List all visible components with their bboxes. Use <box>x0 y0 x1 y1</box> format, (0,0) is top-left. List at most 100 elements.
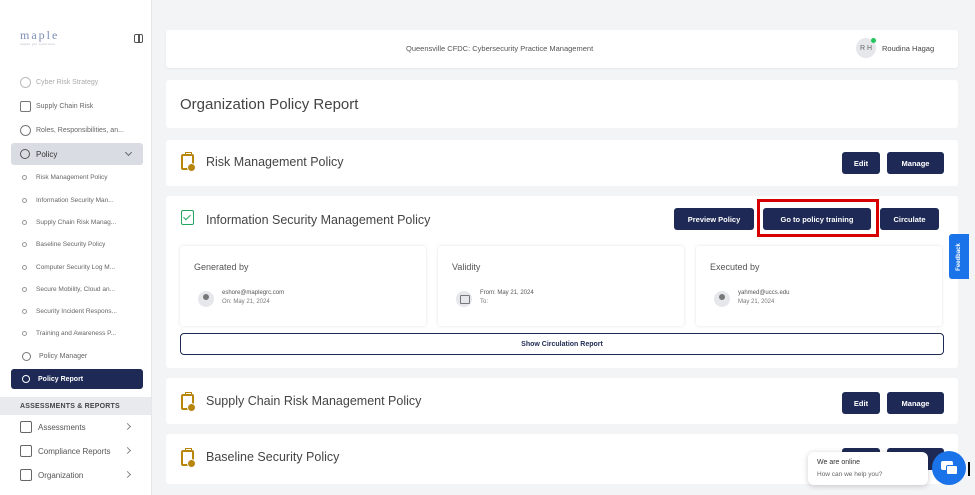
clipboard-icon <box>181 152 196 172</box>
logo-subtitle: maple grc solutions <box>20 42 56 46</box>
policy-card-risk-management: Risk Management Policy Edit Manage <box>166 140 958 186</box>
sidebar-subitem-label: Baseline Security Policy <box>36 240 106 248</box>
circle-icon <box>22 286 27 292</box>
supply-chain-icon <box>20 100 31 112</box>
section-header-assessments-reports: ASSESSMENTS & REPORTS <box>0 397 151 415</box>
logo-row: maple maple grc solutions <box>20 28 150 54</box>
circle-icon <box>22 308 27 314</box>
circle-icon <box>22 219 27 225</box>
policy-card-supply-chain: Supply Chain Risk Management Policy Edit… <box>166 378 958 424</box>
chat-prompt: How can we help you? <box>817 471 883 478</box>
circulate-button[interactable]: Circulate <box>880 208 939 230</box>
generated-by-panel: Generated by eshore@maplegrc.com On: May… <box>180 246 426 326</box>
sidebar-item-organization[interactable]: Organization <box>20 467 140 483</box>
sidebar-subitem-label: Computer Security Log M... <box>36 263 116 271</box>
policy-title: Information Security Management Policy <box>206 213 431 227</box>
sidebar-subitem-label: Risk Management Policy <box>36 173 108 181</box>
sidebar-subitem-label: Security Incident Respons... <box>36 307 117 315</box>
edit-button[interactable]: Edit <box>842 152 880 174</box>
sidebar-item-policy-manager[interactable]: Policy Manager <box>22 347 87 365</box>
sidebar-item-label: Compliance Reports <box>38 446 111 456</box>
chevron-right-icon <box>123 446 132 455</box>
preview-policy-button[interactable]: Preview Policy <box>674 208 754 230</box>
panel-header: Generated by <box>194 262 249 272</box>
sidebar-subitem-label: Secure Mobility, Cloud an... <box>36 285 115 293</box>
feedback-label: Feedback <box>956 242 962 271</box>
top-bar: Queensville CFDC: Cybersecurity Practice… <box>166 30 958 68</box>
user-icon <box>198 291 214 307</box>
settings-icon <box>22 351 31 361</box>
chat-bubble[interactable]: We are online How can we help you? <box>808 452 928 485</box>
manage-button[interactable]: Manage <box>887 392 944 414</box>
chat-status: We are online <box>817 459 861 466</box>
page-title: Organization Policy Report <box>180 96 359 113</box>
panel-header: Validity <box>452 262 481 272</box>
circle-icon <box>22 174 27 180</box>
chevron-down-icon <box>124 148 133 157</box>
sidebar-item-policy[interactable]: Policy <box>11 143 143 165</box>
sidebar-collapse-icon[interactable] <box>134 34 143 43</box>
feedback-tab[interactable]: Feedback <box>949 234 969 279</box>
assessments-icon <box>20 421 32 433</box>
sidebar-item-label: Cyber Risk Strategy <box>36 78 99 86</box>
compliance-reports-icon <box>20 445 32 457</box>
sidebar-item-label: Supply Chain Risk <box>36 102 94 110</box>
online-status-icon <box>871 38 876 43</box>
validity-to: To: <box>480 299 489 305</box>
policy-title: Baseline Security Policy <box>206 450 340 464</box>
sidebar-item-roles[interactable]: Roles, Responsibilities, an... <box>20 121 124 139</box>
user-icon <box>714 291 730 307</box>
policy-icon <box>20 149 30 159</box>
clipboard-icon <box>181 392 196 412</box>
sidebar-item-supply-chain-risk[interactable]: Supply Chain Risk <box>20 97 93 115</box>
sidebar-subitem-information-security[interactable]: Information Security Man... <box>22 193 114 207</box>
sidebar-item-assessments[interactable]: Assessments <box>20 419 140 435</box>
report-icon <box>22 375 30 383</box>
sidebar-subitem-computer-security-log[interactable]: Computer Security Log M... <box>22 260 115 274</box>
sidebar-item-label: Assessments <box>38 422 86 432</box>
highlight-box <box>757 199 879 237</box>
sidebar-subitem-label: Training and Awareness P... <box>36 329 117 337</box>
show-circulation-report-button[interactable]: Show Circulation Report <box>180 333 944 355</box>
generated-by-email: eshore@maplegrc.com <box>222 290 285 296</box>
panel-header: Executed by <box>710 262 760 272</box>
chat-icon[interactable] <box>932 451 966 485</box>
user-name[interactable]: Roudina Hagag <box>882 44 934 53</box>
sidebar-item-label: Policy Report <box>38 375 84 383</box>
executed-by-date: May 21, 2024 <box>738 299 775 305</box>
roles-icon <box>20 124 31 136</box>
executed-by-email: yahmed@uccs.edu <box>738 290 790 296</box>
sidebar-item-compliance-reports[interactable]: Compliance Reports <box>20 443 140 459</box>
validity-from: From: May 21, 2024 <box>480 290 534 296</box>
sidebar-subitem-risk-management[interactable]: Risk Management Policy <box>22 170 108 184</box>
logo: maple <box>20 28 60 42</box>
manage-button[interactable]: Manage <box>887 152 944 174</box>
executed-by-panel: Executed by yahmed@uccs.edu May 21, 2024 <box>696 246 942 326</box>
avatar[interactable]: R H <box>856 38 876 58</box>
sidebar-subitem-supply-chain[interactable]: Supply Chain Risk Manag... <box>22 215 116 229</box>
sidebar-subitem-baseline-security[interactable]: Baseline Security Policy <box>22 237 105 251</box>
sidebar-item-cyber-risk-strategy[interactable]: Cyber Risk Strategy <box>20 73 98 91</box>
sidebar-item-label: Policy <box>36 149 58 159</box>
sidebar-item-label: Roles, Responsibilities, an... <box>36 126 124 134</box>
page-title-card: Organization Policy Report <box>166 80 958 128</box>
calendar-icon <box>456 291 472 307</box>
avatar-initials: R H <box>859 44 873 52</box>
chevron-right-icon <box>123 470 132 479</box>
sidebar-subitem-secure-mobility[interactable]: Secure Mobility, Cloud an... <box>22 282 115 296</box>
sidebar-subitem-label: Supply Chain Risk Manag... <box>36 218 117 226</box>
sidebar-subitem-label: Information Security Man... <box>36 196 114 204</box>
generated-by-date: On: May 21, 2024 <box>222 299 270 305</box>
question-icon <box>20 76 31 88</box>
sidebar-subitem-training-awareness[interactable]: Training and Awareness P... <box>22 326 116 340</box>
sidebar-subitem-security-incident[interactable]: Security Incident Respons... <box>22 304 117 318</box>
edit-button[interactable]: Edit <box>842 392 880 414</box>
sidebar-item-policy-report[interactable]: Policy Report <box>11 369 143 389</box>
sidebar: maple maple grc solutions Cyber Risk Str… <box>0 0 152 495</box>
circle-icon <box>22 241 27 247</box>
clipboard-icon <box>181 448 196 468</box>
sidebar-item-label: Organization <box>38 470 84 480</box>
organization-icon <box>20 469 32 481</box>
organization-name: Queensville CFDC: Cybersecurity Practice… <box>406 44 594 53</box>
policy-title: Risk Management Policy <box>206 155 344 169</box>
